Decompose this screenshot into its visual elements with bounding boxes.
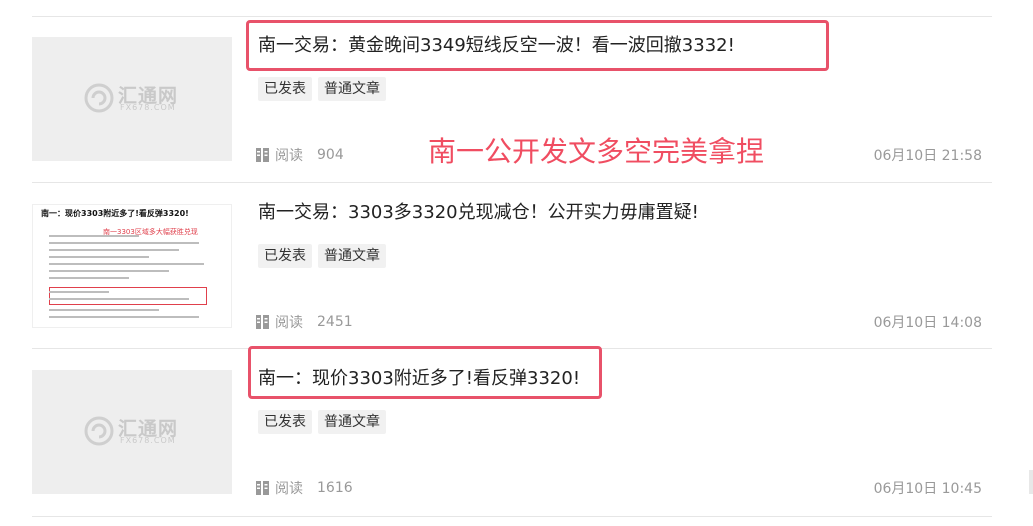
preview-text-line [49, 270, 169, 272]
publish-date: 06月10日 21:58 [873, 148, 982, 164]
title-highlight-box [246, 20, 829, 71]
watermark-subtext: FX678.COM [120, 436, 176, 445]
publish-date: 06月10日 14:08 [873, 315, 982, 331]
article-thumbnail[interactable]: 汇通网 FX678.COM [32, 37, 232, 161]
preview-title: 南一：现价3303附近多了!看反弹3320! [41, 209, 189, 218]
book-icon [256, 315, 269, 329]
tag-published[interactable]: 已发表 [258, 410, 312, 434]
preview-text-line [49, 291, 109, 293]
tag-article-type[interactable]: 普通文章 [318, 410, 386, 434]
read-stats: 阅读 1616 [256, 478, 353, 498]
preview-text-line [49, 316, 199, 318]
preview-text-line [49, 263, 204, 265]
tag-published[interactable]: 已发表 [258, 244, 312, 268]
preview-text-line [49, 309, 159, 311]
watermark-subtext: FX678.COM [120, 103, 176, 112]
read-count: 2451 [317, 314, 353, 330]
read-count: 1616 [317, 480, 353, 496]
title-highlight-box [248, 346, 602, 399]
read-stats: 阅读 904 [256, 145, 344, 165]
read-stats: 阅读 2451 [256, 312, 353, 332]
book-icon [256, 148, 269, 162]
watermark: 汇通网 FX678.COM [84, 81, 194, 117]
preview-text-line [49, 249, 179, 251]
preview-text-line [49, 256, 149, 258]
scrollbar[interactable] [1029, 470, 1033, 494]
tag-article-type[interactable]: 普通文章 [318, 244, 386, 268]
read-count: 904 [317, 147, 344, 163]
row-divider [32, 182, 992, 183]
preview-text-line [49, 235, 139, 237]
article-thumbnail[interactable]: 南一：现价3303附近多了!看反弹3320! 南一3303区域多大幅获胜兑现 [32, 204, 232, 328]
tag-list: 已发表 普通文章 [258, 77, 386, 101]
tag-list: 已发表 普通文章 [258, 244, 386, 268]
watermark: 汇通网 FX678.COM [84, 414, 194, 450]
book-icon [256, 481, 269, 495]
article-preview-image: 南一：现价3303附近多了!看反弹3320! 南一3303区域多大幅获胜兑现 [33, 205, 231, 327]
bottom-divider [32, 516, 992, 517]
annotation-text: 南一公开发文多空完美拿捏 [428, 135, 765, 168]
read-label: 阅读 [275, 481, 303, 497]
read-label: 阅读 [275, 315, 303, 331]
tag-list: 已发表 普通文章 [258, 410, 386, 434]
article-thumbnail[interactable]: 汇通网 FX678.COM [32, 370, 232, 494]
fx678-logo [84, 83, 114, 113]
publish-date: 06月10日 10:45 [873, 481, 982, 497]
preview-text-line [49, 298, 189, 300]
tag-article-type[interactable]: 普通文章 [318, 77, 386, 101]
read-label: 阅读 [275, 148, 303, 164]
article-title[interactable]: 南一交易：3303多3320兑现减仓！公开实力毋庸置疑! [258, 200, 699, 226]
preview-highlight-box [49, 287, 207, 305]
preview-text-line [49, 242, 199, 244]
fx678-logo [84, 416, 114, 446]
preview-text-line [49, 277, 129, 279]
article-row[interactable]: 南一：现价3303附近多了!看反弹3320! 南一3303区域多大幅获胜兑现 南… [0, 184, 1033, 350]
tag-published[interactable]: 已发表 [258, 77, 312, 101]
